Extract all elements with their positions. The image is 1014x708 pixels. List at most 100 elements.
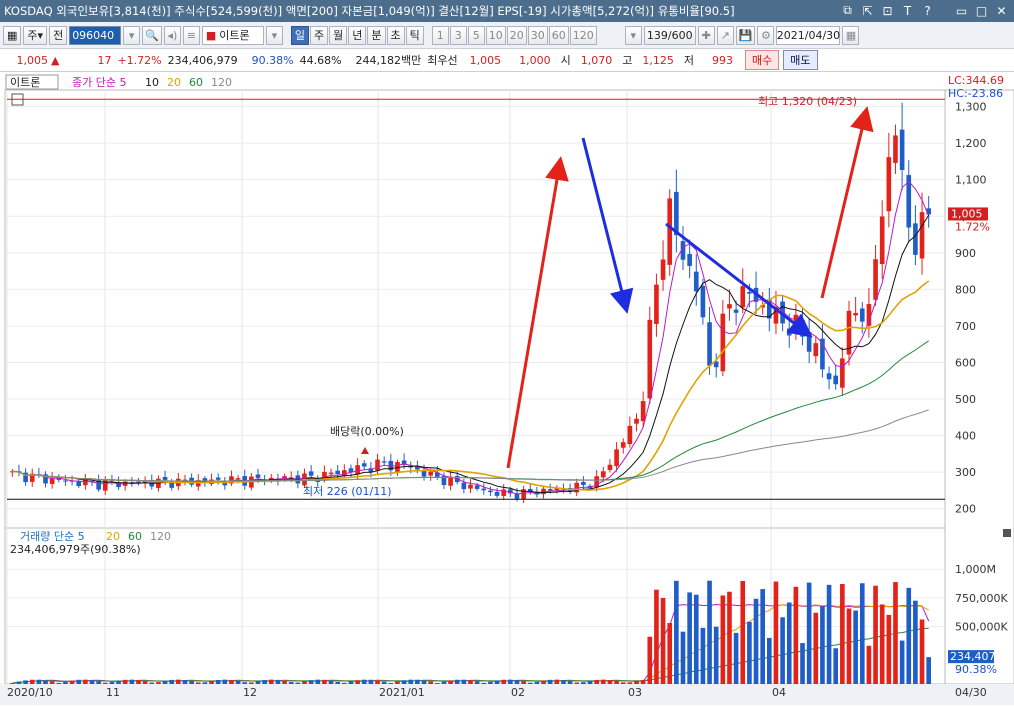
volume-bar [521,681,526,684]
grid-icon[interactable]: ▦ [3,25,22,45]
candle-body [76,481,82,487]
candle-body [833,375,839,385]
volume-bar [727,591,732,684]
volume-ma-legend-20: 20 [106,530,120,543]
chart-tools-icon[interactable]: ✚ [697,25,715,45]
trade-amount: 244,182백만 [355,54,422,67]
dropdown-icon[interactable]: ▾ [123,25,141,45]
volume-bar [614,680,619,684]
volume-bar [43,680,48,684]
volume-bar [567,681,573,684]
volume-bar [328,680,334,684]
volume-bar [235,680,241,684]
current-price: 1,005 [16,53,49,67]
volume-bar [222,679,228,684]
volume-bar [600,679,606,684]
sound-icon[interactable]: ◂) [163,25,181,45]
volume-bar [295,682,301,684]
candle-body [308,471,314,476]
candle-body [474,485,480,489]
tab-period-3[interactable]: 년 [348,25,367,45]
candle-body [428,471,433,476]
volume-bar [866,645,872,684]
volume-ma-legend-60: 60 [128,530,142,543]
candlestick-chart[interactable]: 1,3001,2001,1001,00090080070060050040030… [0,72,1014,705]
help-icon[interactable]: ? [919,2,936,19]
tab-period-0[interactable]: 일 [290,25,310,45]
volume-bar [693,594,699,684]
tab-period-5[interactable]: 초 [386,25,405,45]
stock-code-input[interactable]: 096040 [69,25,122,45]
price-axis-label: 200 [955,503,976,516]
interval-button-5[interactable]: 5 [467,25,485,45]
volume-bar [833,648,839,684]
candle-body [488,490,493,493]
minimize-icon[interactable]: ▭ [953,2,970,19]
candle-body [700,285,706,318]
low-price: 993 [712,53,734,67]
sell-button[interactable]: 매도 [783,50,818,70]
count-field[interactable]: 139/600 [643,25,696,45]
chart-toolbar: ▦ 주 ▾ 전 096040 ▾ 🔍 ◂) ≡ ■ 이트론 ▾ 일주월년분초틱 13… [0,22,1014,49]
volume-bar [561,680,566,684]
tab-period-4[interactable]: 분 [367,25,386,45]
candle-body [328,472,334,474]
candle-body [826,373,832,380]
interval-button-1[interactable]: 1 [431,25,449,45]
stock-name-field[interactable]: ■ 이트론 [201,25,264,45]
interval-button-30[interactable]: 30 [527,25,548,45]
candle-body [83,480,88,486]
share-icon[interactable]: ⇱ [859,2,876,19]
x-axis-bar [0,684,1014,705]
settings-icon[interactable]: ⚙ [757,25,775,45]
x-axis-label: 12 [243,686,257,699]
volume-bar [76,679,82,684]
font-icon[interactable]: T [899,2,916,19]
save-icon[interactable]: 💾 [735,25,756,45]
volume-bar [766,637,772,684]
volume-bar [906,587,912,684]
volume-bar [547,679,553,684]
buy-button[interactable]: 매수 [745,50,780,70]
volume-bar [268,679,274,684]
candle-body [627,425,633,445]
period-select[interactable]: 주 ▾ [23,25,48,45]
volume-bar [846,608,852,684]
interval-button-10[interactable]: 10 [485,25,506,45]
tab-period-6[interactable]: 틱 [405,25,424,45]
volume-tag: 234,407K [950,650,1003,663]
interval-button-3[interactable]: 3 [449,25,467,45]
search-icon[interactable]: 🔍 [142,25,162,45]
resize-icon[interactable]: ⊡ [879,2,896,19]
volume-bar [441,681,447,684]
interval-button-120[interactable]: 120 [569,25,597,45]
interval-dropdown-icon[interactable]: ▾ [624,25,642,45]
list-icon[interactable]: ≡ [182,25,200,45]
prev-button[interactable]: 전 [49,25,68,45]
name-dropdown-icon[interactable]: ▾ [265,25,283,45]
candle-body [747,292,752,294]
chart-area[interactable]: 1,3001,2001,1001,00090080070060050040030… [0,72,1014,705]
volume-bar [913,600,918,684]
interval-button-60[interactable]: 60 [548,25,569,45]
volume-bar [415,679,420,684]
calendar-icon[interactable]: ▦ [842,25,860,45]
close-icon[interactable]: ✕ [993,2,1010,19]
tab-period-2[interactable]: 월 [329,25,348,45]
candle-body [727,304,732,309]
restore-icon[interactable]: ⧉ [839,2,856,19]
volume-bar [859,583,865,684]
candle-body [693,271,699,292]
draw-tool-icon[interactable]: ↗ [716,25,734,45]
hc-label: HC:-23.86 [948,87,1003,100]
price-axis-label: 900 [955,247,976,260]
tab-period-1[interactable]: 주 [310,25,329,45]
volume-bar [182,680,188,684]
date-field[interactable]: 2021/04/30 [776,25,841,45]
interval-button-20[interactable]: 20 [506,25,527,45]
candle-body [581,481,586,485]
volume-bar [793,586,799,684]
maximize-icon[interactable]: □ [973,2,990,19]
volume-bar [574,682,580,684]
volume-bar [886,614,892,684]
